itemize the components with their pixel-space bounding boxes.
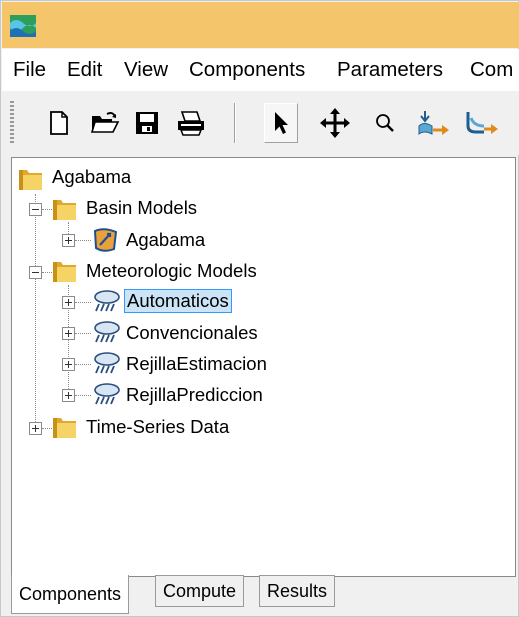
zoom-magnifier-icon — [376, 114, 394, 132]
reach-tool-button[interactable] — [464, 105, 498, 141]
expand-toggle[interactable] — [29, 422, 42, 435]
pointer-arrow-icon — [275, 112, 288, 134]
toolbar-separator — [234, 103, 236, 143]
tree-node-met-convencionales[interactable]: Convencionales — [124, 321, 260, 345]
menu-edit[interactable]: Edit — [66, 58, 103, 82]
tree-node-basin-agabama[interactable]: Agabama — [124, 228, 207, 252]
expand-toggle[interactable] — [62, 358, 75, 371]
add-subbasin-icon — [418, 111, 449, 136]
print-icon — [178, 111, 204, 136]
menu-file[interactable]: File — [12, 58, 47, 82]
move-tool-button[interactable] — [318, 105, 352, 141]
folder-icon — [19, 170, 42, 190]
explorer-tabs: Components Compute Results — [11, 575, 516, 615]
folder-icon — [53, 262, 76, 282]
rain-cloud-icon — [94, 383, 120, 405]
expand-toggle[interactable] — [62, 389, 75, 402]
hec-hms-app-icon — [10, 15, 36, 37]
tree-connector — [75, 302, 91, 303]
tree-node-time-series-data[interactable]: Time-Series Data — [84, 415, 231, 439]
tab-results[interactable]: Results — [259, 575, 336, 607]
app-window: File Edit View Components Parameters Com — [0, 0, 519, 617]
menu-compute[interactable]: Com — [469, 58, 514, 82]
folder-icon — [53, 200, 76, 220]
menu-parameters[interactable]: Parameters — [336, 58, 444, 82]
tree-node-meteorologic-models[interactable]: Meteorologic Models — [84, 259, 259, 283]
rain-cloud-icon — [94, 321, 120, 343]
basin-model-icon — [93, 228, 118, 252]
menu-components[interactable]: Components — [188, 58, 306, 82]
add-reach-icon — [466, 112, 498, 134]
subbasin-tool-button[interactable] — [416, 105, 450, 141]
expand-toggle[interactable] — [62, 234, 75, 247]
toolbar — [2, 91, 519, 155]
expand-toggle[interactable] — [62, 296, 75, 309]
rain-cloud-icon — [94, 290, 120, 312]
tree-node-basin-models[interactable]: Basin Models — [84, 196, 199, 220]
open-button[interactable] — [88, 105, 122, 141]
new-button[interactable] — [42, 105, 76, 141]
collapse-toggle[interactable] — [29, 203, 42, 216]
tree-connector — [75, 240, 91, 241]
tree-node-met-rejillaestimacion[interactable]: RejillaEstimacion — [124, 352, 269, 376]
save-icon — [136, 112, 158, 134]
tree-connector — [75, 395, 91, 396]
toolbar-grip[interactable] — [10, 101, 14, 145]
open-folder-icon — [90, 112, 120, 133]
print-button[interactable] — [174, 105, 208, 141]
menu-view[interactable]: View — [123, 58, 169, 82]
expand-toggle[interactable] — [62, 327, 75, 340]
collapse-toggle[interactable] — [29, 266, 42, 279]
tab-components[interactable]: Components — [11, 575, 130, 614]
select-tool-button[interactable] — [264, 103, 298, 143]
tree-node-met-automaticos[interactable]: Automaticos — [124, 289, 232, 313]
new-file-icon — [50, 111, 68, 135]
move-arrows-icon — [320, 108, 350, 138]
menu-bar: File Edit View Components Parameters Com — [2, 49, 519, 91]
tree-node-met-rejillaprediccion[interactable]: RejillaPrediccion — [124, 383, 265, 407]
tree-node-root[interactable]: Agabama — [50, 165, 133, 189]
tree-connector — [75, 333, 91, 334]
save-button[interactable] — [130, 105, 164, 141]
zoom-tool-button[interactable] — [368, 105, 402, 141]
tab-compute[interactable]: Compute — [155, 575, 245, 607]
tree-connector — [35, 194, 36, 430]
tree-connector — [75, 364, 91, 365]
rain-cloud-icon — [94, 352, 120, 374]
folder-icon — [53, 418, 76, 438]
title-bar[interactable] — [2, 2, 519, 48]
watershed-explorer-tree[interactable]: Agabama Basin Models Agabama Meteorologi… — [11, 157, 516, 577]
